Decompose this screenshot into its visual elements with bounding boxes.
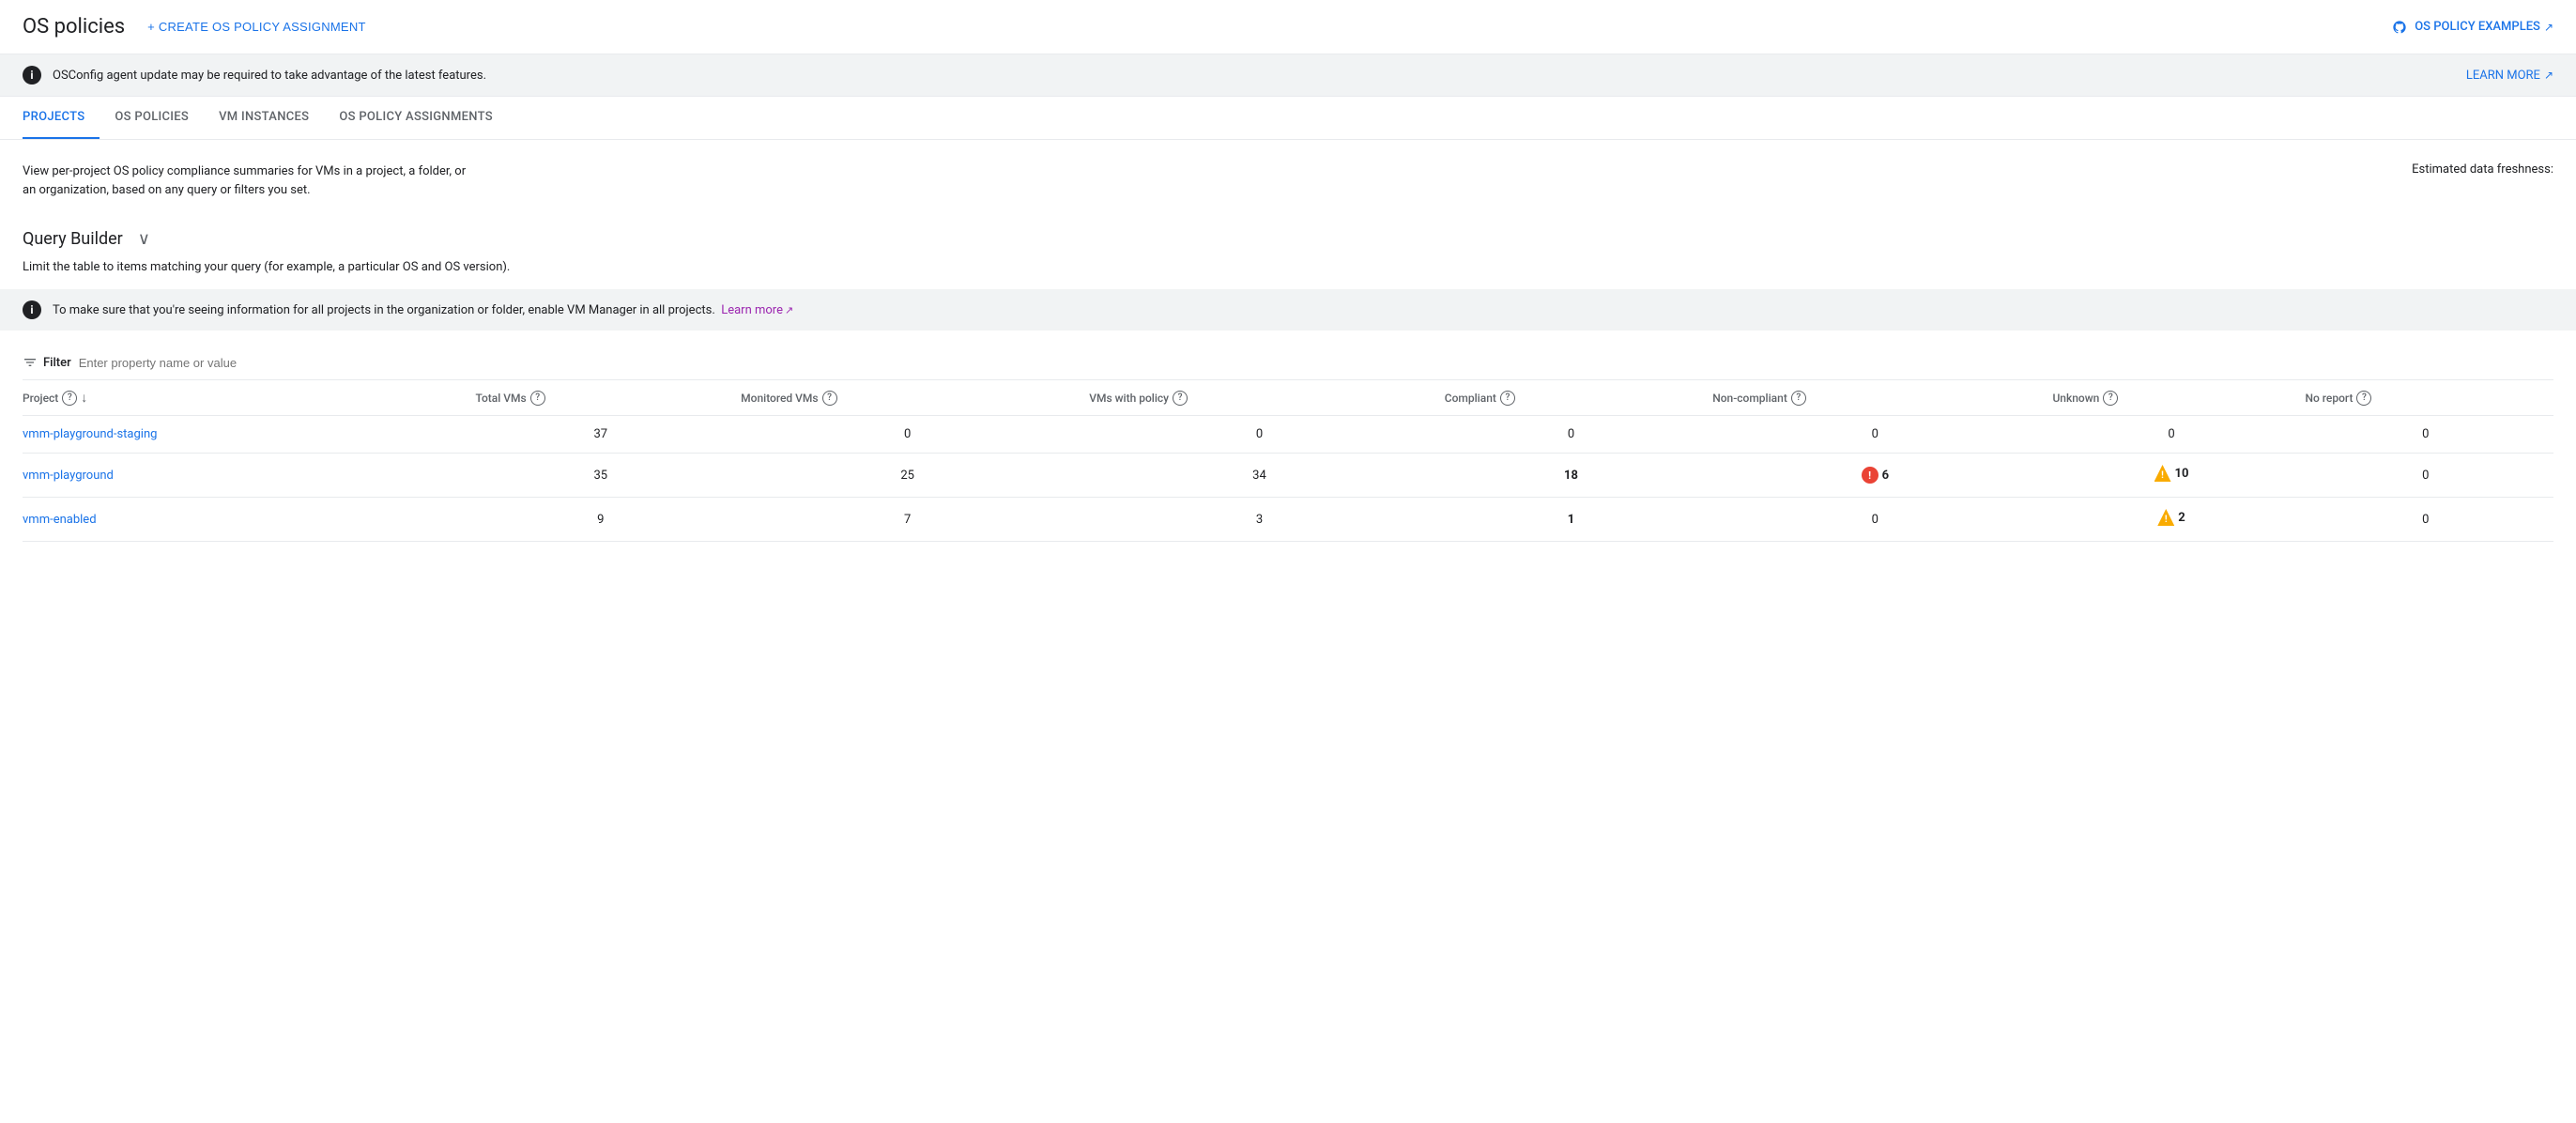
- th-compliant: Compliant ?: [1437, 380, 1705, 416]
- th-project: Project ? ↓: [23, 380, 468, 416]
- tabs-container: PROJECTS OS POLICIES VM INSTANCES OS POL…: [0, 97, 2576, 140]
- learn-more-link[interactable]: LEARN MORE ↗: [2466, 69, 2553, 83]
- table-row: vmm-playground 35253418 ! 6 ! 10 0: [23, 454, 2553, 498]
- cell-compliant: 18: [1437, 454, 1705, 498]
- warning-badge: ! 10: [2154, 465, 2189, 482]
- cell-vms-with-policy: 3: [1081, 498, 1437, 542]
- sort-icon-project[interactable]: ↓: [81, 390, 87, 406]
- info-icon-secondary: i: [23, 300, 41, 319]
- create-os-policy-button[interactable]: + CREATE OS POLICY ASSIGNMENT: [147, 20, 366, 34]
- description-text: View per-project OS policy compliance su…: [23, 162, 473, 199]
- cell-vms-with-policy: 34: [1081, 454, 1437, 498]
- cell-unknown: ! 2: [2045, 498, 2297, 542]
- tab-os-policies[interactable]: OS POLICIES: [100, 97, 204, 139]
- th-no-report: No report ?: [2298, 380, 2554, 416]
- secondary-banner-text: To make sure that you're seeing informat…: [53, 303, 793, 317]
- help-icon-total-vms[interactable]: ?: [530, 391, 545, 406]
- description-row: View per-project OS policy compliance su…: [23, 162, 2553, 199]
- project-link[interactable]: vmm-playground-staging: [23, 427, 157, 441]
- page-header: OS policies + CREATE OS POLICY ASSIGNMEN…: [0, 0, 2576, 54]
- filter-label-group: Filter: [23, 355, 71, 370]
- project-link[interactable]: vmm-enabled: [23, 513, 97, 527]
- th-monitored-vms: Monitored VMs ?: [733, 380, 1081, 416]
- cell-non-compliant: ! 6: [1705, 454, 2045, 498]
- table-header-row: Project ? ↓ Total VMs ? Monitored VMs ?: [23, 380, 2553, 416]
- cell-project: vmm-playground-staging: [23, 416, 468, 454]
- tab-projects[interactable]: PROJECTS: [23, 97, 100, 139]
- th-unknown: Unknown ?: [2045, 380, 2297, 416]
- cell-unknown: ! 10: [2045, 454, 2297, 498]
- tab-os-policy-assignments[interactable]: OS POLICY ASSIGNMENTS: [324, 97, 508, 139]
- help-icon-project[interactable]: ?: [62, 391, 77, 406]
- cell-project: vmm-enabled: [23, 498, 468, 542]
- cell-non-compliant: 0: [1705, 498, 2045, 542]
- cell-total-vms: 35: [468, 454, 733, 498]
- cell-monitored-vms: 0: [733, 416, 1081, 454]
- help-icon-vms-with-policy[interactable]: ?: [1173, 391, 1188, 406]
- cell-vms-with-policy: 0: [1081, 416, 1437, 454]
- secondary-info-banner: i To make sure that you're seeing inform…: [0, 289, 2576, 331]
- filter-icon: [23, 355, 38, 370]
- banner-text: OSConfig agent update may be required to…: [53, 69, 2466, 83]
- cell-compliant: 0: [1437, 416, 1705, 454]
- cell-monitored-vms: 7: [733, 498, 1081, 542]
- learn-more-inline-link[interactable]: Learn more ↗: [721, 303, 793, 317]
- external-link-icon: ↗: [2544, 69, 2553, 82]
- help-icon-no-report[interactable]: ?: [2356, 391, 2371, 406]
- data-freshness-label: Estimated data freshness:: [2412, 162, 2553, 177]
- filter-row: Filter: [23, 346, 2553, 380]
- th-vms-with-policy: VMs with policy ?: [1081, 380, 1437, 416]
- th-non-compliant: Non-compliant ?: [1705, 380, 2045, 416]
- external-link-icon-inline: ↗: [785, 304, 793, 316]
- chevron-down-icon: ∨: [138, 229, 150, 249]
- filter-input[interactable]: [79, 356, 2553, 370]
- query-builder-section: Query Builder ∨ Limit the table to items…: [23, 222, 2553, 274]
- cell-unknown: 0: [2045, 416, 2297, 454]
- tab-vm-instances[interactable]: VM INSTANCES: [204, 97, 324, 139]
- os-policy-examples-link[interactable]: OS POLICY EXAMPLES ↗: [2392, 20, 2553, 35]
- table-row: vmm-playground-staging37000000: [23, 416, 2553, 454]
- data-table: Project ? ↓ Total VMs ? Monitored VMs ?: [23, 380, 2553, 542]
- query-builder-subtitle: Limit the table to items matching your q…: [23, 260, 2553, 274]
- cell-no-report: 0: [2298, 498, 2554, 542]
- header-right: OS POLICY EXAMPLES ↗: [2392, 20, 2553, 35]
- cell-no-report: 0: [2298, 454, 2554, 498]
- info-icon: i: [23, 66, 41, 85]
- external-link-icon: ↗: [2544, 21, 2553, 34]
- help-icon-compliant[interactable]: ?: [1500, 391, 1515, 406]
- top-info-banner: i OSConfig agent update may be required …: [0, 54, 2576, 97]
- help-icon-non-compliant[interactable]: ?: [1791, 391, 1806, 406]
- warning-badge: ! 2: [2157, 509, 2185, 526]
- cell-monitored-vms: 25: [733, 454, 1081, 498]
- page-title: OS policies: [23, 15, 125, 38]
- github-icon: [2392, 20, 2407, 35]
- query-builder-title: Query Builder: [23, 229, 123, 249]
- help-icon-unknown[interactable]: ?: [2103, 391, 2118, 406]
- cell-compliant: 1: [1437, 498, 1705, 542]
- cell-project: vmm-playground: [23, 454, 468, 498]
- th-total-vms: Total VMs ?: [468, 380, 733, 416]
- error-badge: ! 6: [1862, 467, 1889, 484]
- cell-total-vms: 9: [468, 498, 733, 542]
- filter-label: Filter: [43, 356, 71, 370]
- project-link[interactable]: vmm-playground: [23, 469, 114, 483]
- table-row: vmm-enabled97310! 20: [23, 498, 2553, 542]
- cell-total-vms: 37: [468, 416, 733, 454]
- query-builder-header[interactable]: Query Builder ∨: [23, 222, 2553, 256]
- main-content: View per-project OS policy compliance su…: [0, 140, 2576, 542]
- cell-non-compliant: 0: [1705, 416, 2045, 454]
- cell-no-report: 0: [2298, 416, 2554, 454]
- help-icon-monitored-vms[interactable]: ?: [822, 391, 837, 406]
